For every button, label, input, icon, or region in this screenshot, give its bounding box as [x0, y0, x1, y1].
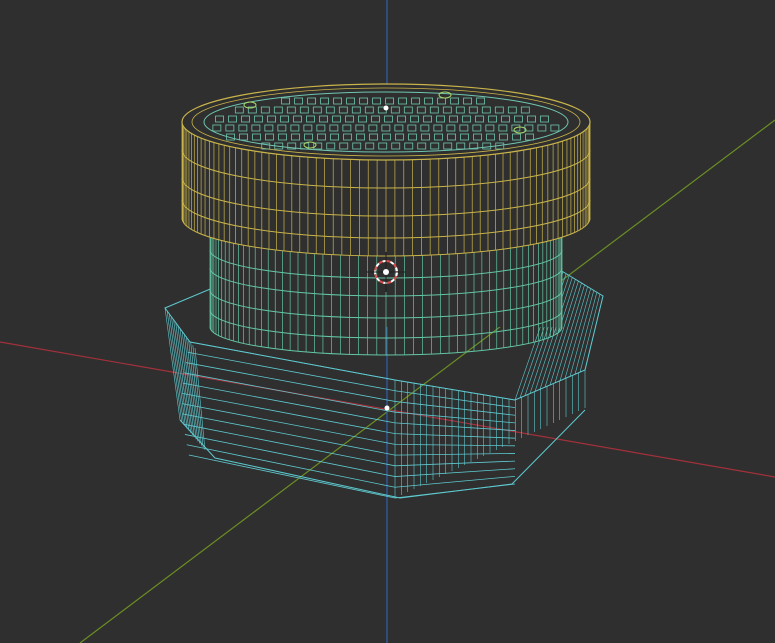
- 3d-viewport[interactable]: [0, 0, 775, 643]
- nut-face-line: [184, 372, 516, 424]
- nut-face-line: [187, 351, 516, 409]
- nut-face-line: [186, 444, 516, 488]
- nut-face-line: [182, 392, 516, 439]
- nut-chamfer-line: [559, 286, 588, 381]
- nut-chamfer-line: [579, 294, 601, 373]
- nut-face-line: [188, 454, 516, 499]
- nut-chamfer-line: [181, 330, 195, 438]
- nut-chamfer-line: [584, 295, 604, 371]
- object-origin-dot: [383, 105, 389, 111]
- nut-chamfer-line: [564, 288, 592, 379]
- object-origin-dot: [384, 405, 390, 411]
- viewport-canvas[interactable]: [0, 0, 775, 643]
- nut-face-line: [184, 434, 516, 477]
- cursor-center: [383, 269, 389, 275]
- nut-face-line: [182, 413, 516, 456]
- nut-face-line: [185, 362, 516, 416]
- nut-chamfer-line: [183, 333, 197, 440]
